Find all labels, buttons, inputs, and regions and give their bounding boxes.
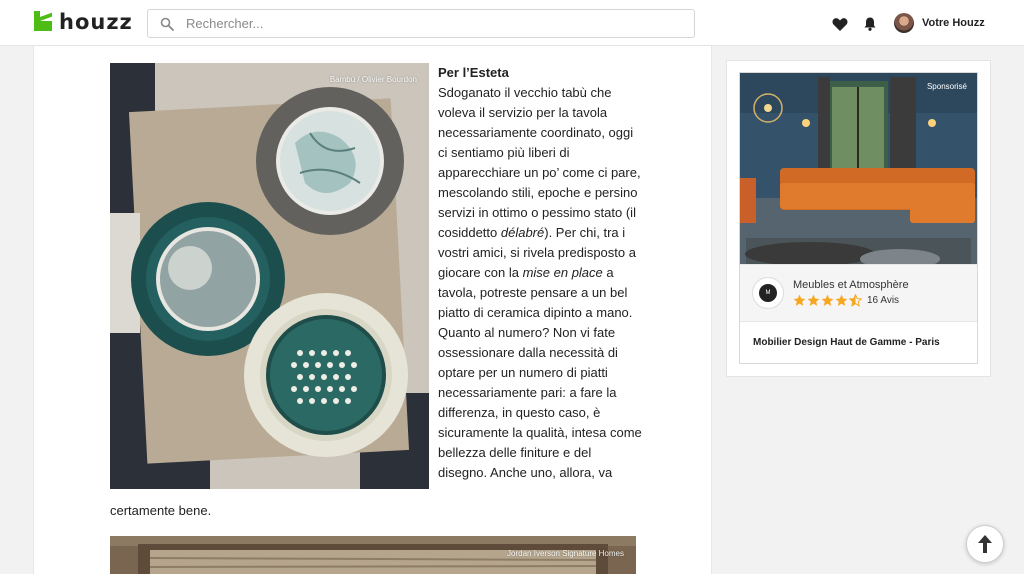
- emphasis-mise-en-place: mise en place: [522, 265, 603, 280]
- star-icon: [793, 294, 806, 306]
- star-half-icon: [849, 294, 862, 307]
- photo-credit: Bambù / Olivier Bourdon: [329, 75, 417, 84]
- houzz-logo-mark: [34, 11, 54, 33]
- reviews-count[interactable]: 16 Avis: [867, 295, 899, 306]
- article-photo-plates[interactable]: Bambù / Olivier Bourdon: [110, 63, 429, 489]
- article-body: Per l’Esteta Sdoganato il vecchio tabù c…: [438, 63, 643, 483]
- houzz-logo[interactable]: houzz: [34, 10, 133, 34]
- article-paragraph: Sdoganato il vecchio tabù che voleva il …: [438, 85, 642, 480]
- section-heading: Per l’Esteta: [438, 65, 509, 80]
- arrow-up-icon: [978, 535, 992, 553]
- avatar[interactable]: [894, 13, 914, 33]
- ad-pro-info[interactable]: M Meubles et Atmosphère 16 Avis: [740, 264, 977, 322]
- star-icon: [807, 294, 820, 306]
- heart-icon[interactable]: [831, 15, 849, 33]
- scroll-to-top-button[interactable]: [966, 525, 1004, 563]
- search-bar[interactable]: [147, 9, 695, 38]
- emphasis-delabre: délabré: [500, 225, 545, 240]
- search-input[interactable]: [186, 16, 666, 31]
- pro-logo: M: [752, 277, 784, 309]
- photo-credit: Jordan Iverson Signature Homes: [507, 549, 624, 558]
- sponsored-label: Sponsorisé: [926, 82, 967, 91]
- ad-title[interactable]: Mobilier Design Haut de Gamme - Paris: [753, 337, 940, 348]
- top-header: houzz Votre Houzz: [0, 0, 1024, 46]
- account-label[interactable]: Votre Houzz: [922, 17, 985, 29]
- star-icon: [835, 294, 848, 306]
- houzz-logo-text: houzz: [59, 10, 133, 34]
- bell-icon[interactable]: [861, 15, 879, 33]
- ad-image[interactable]: Sponsorisé: [740, 73, 977, 264]
- rating-stars: 16 Avis: [793, 294, 899, 307]
- article-paragraph-tail: certamente bene.: [110, 503, 212, 518]
- star-icon: [821, 294, 834, 306]
- sponsored-ad-card[interactable]: Sponsorisé M Meubles et Atmosphère 16 Av…: [739, 72, 978, 364]
- plates-illustration: [110, 63, 429, 489]
- living-room-illustration: [740, 73, 977, 264]
- article-photo-wood[interactable]: Jordan Iverson Signature Homes: [110, 536, 636, 574]
- search-icon: [159, 16, 175, 32]
- pro-name[interactable]: Meubles et Atmosphère: [793, 279, 909, 291]
